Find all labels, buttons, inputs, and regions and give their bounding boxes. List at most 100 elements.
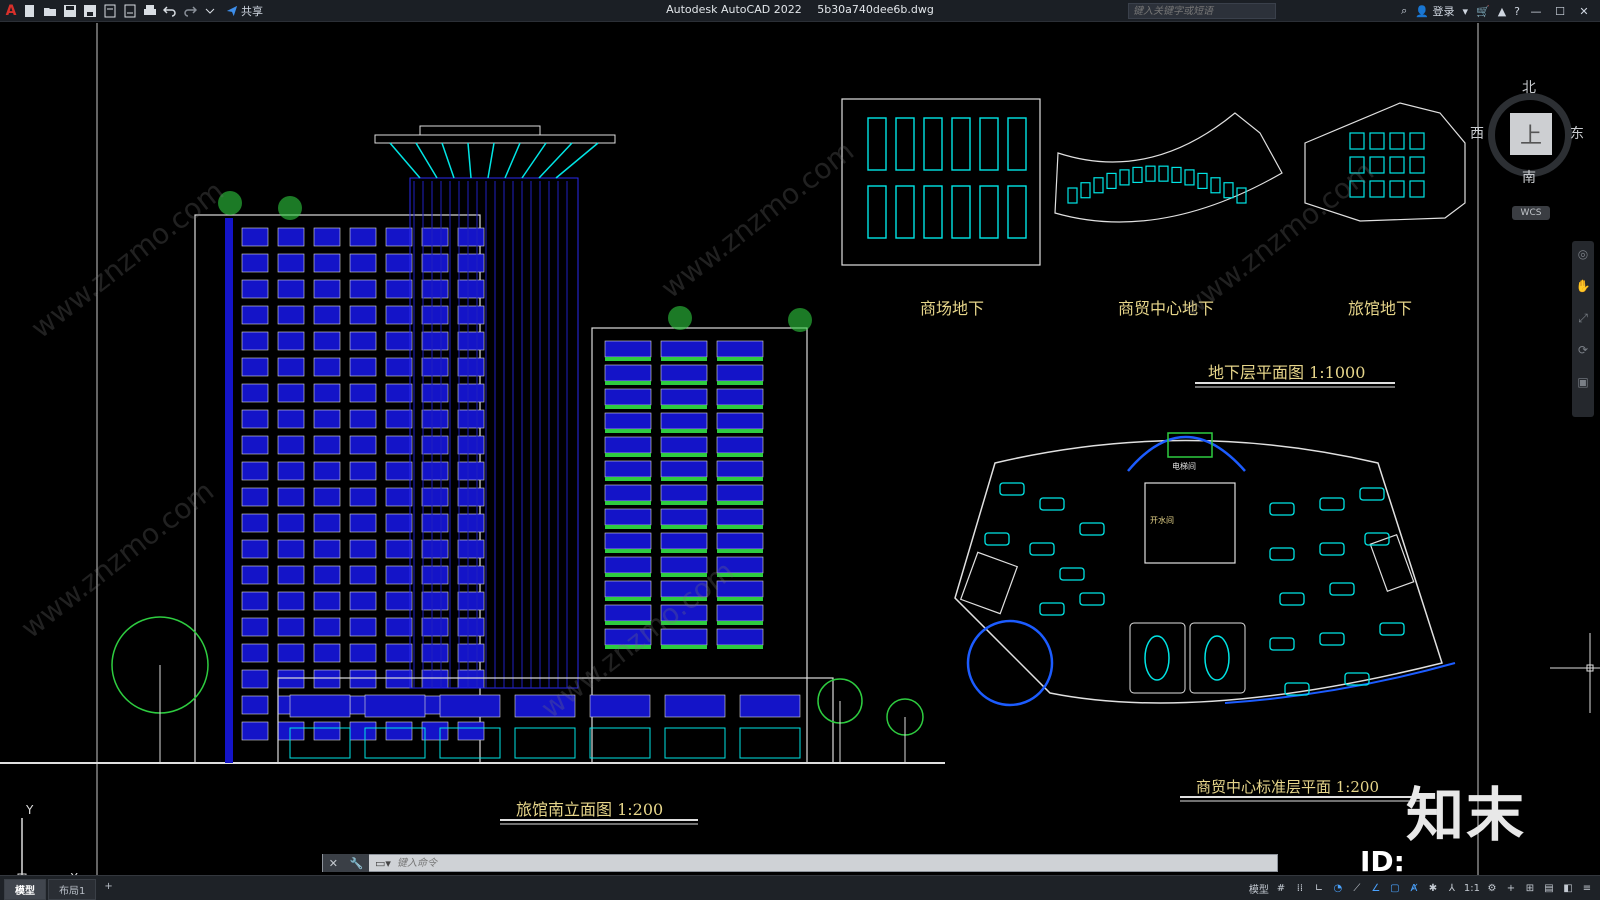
tower-window [457, 721, 485, 741]
drawing-canvas[interactable]: 旅馆南立面图 1:200 商场地下 商贸中心地下 旅馆地下 地下层平面图 1:1… [0, 23, 1600, 883]
orbit-icon[interactable]: ⟳ [1572, 343, 1594, 369]
office-desk [1039, 602, 1065, 616]
crosshair-cursor [1550, 633, 1600, 713]
model-space-button[interactable]: 模型 [1249, 879, 1269, 897]
tower-window [349, 591, 377, 611]
annotation-scale-value[interactable]: 1:1 [1464, 879, 1480, 897]
search-icon[interactable]: ⌕ [1401, 4, 1407, 18]
cart-icon[interactable]: 🛒 [1476, 5, 1490, 18]
save-icon[interactable] [62, 3, 78, 19]
balcony-rail [717, 645, 763, 649]
open-folder-icon[interactable] [42, 3, 58, 19]
tower-window [421, 565, 449, 585]
balcony-rail [661, 453, 707, 457]
tower-window [421, 669, 449, 689]
balcony-rail [717, 405, 763, 409]
search-input[interactable] [1128, 3, 1276, 19]
customize-dropdown-icon[interactable] [202, 3, 218, 19]
help-icon[interactable]: ? [1514, 5, 1520, 18]
compass-south[interactable]: 南 [1522, 167, 1536, 187]
svg-text:Y: Y [25, 803, 34, 817]
pan-icon[interactable]: ✋ [1572, 279, 1594, 305]
add-layout-button[interactable]: + [98, 879, 118, 900]
redo-icon[interactable] [182, 3, 198, 19]
command-line-controls: ✕ 🔧 [323, 854, 369, 872]
undo-icon[interactable] [162, 3, 178, 19]
viewcube-top-face[interactable]: 上 [1510, 113, 1552, 155]
tower-window [349, 409, 377, 429]
podium-window [364, 694, 426, 718]
brand-logo: 知末 [1406, 781, 1527, 849]
office-desk [1059, 567, 1085, 581]
balcony-rail [661, 621, 707, 625]
new-file-icon[interactable] [22, 3, 38, 19]
plot-icon[interactable] [142, 3, 158, 19]
right-building-window [604, 532, 652, 550]
open-web-icon[interactable] [102, 3, 118, 19]
maximize-button[interactable]: ☐ [1552, 5, 1568, 18]
auto-scale-icon[interactable]: ✱ [1426, 879, 1440, 897]
close-button[interactable]: ✕ [1576, 5, 1592, 18]
command-input[interactable] [397, 855, 1277, 871]
object-snap-icon[interactable]: ▢ [1388, 879, 1402, 897]
snap-icon[interactable]: ⁞⁞ [1293, 879, 1307, 897]
command-prompt-icon[interactable]: ▭▾ [369, 857, 397, 870]
tab-model[interactable]: 模型 [4, 879, 46, 900]
app-menu-button[interactable]: A [4, 3, 18, 19]
right-building-window [604, 460, 652, 478]
annotation-monitor-icon[interactable]: + [1504, 879, 1518, 897]
balcony-rail [717, 357, 763, 361]
units-icon[interactable]: ⊞ [1523, 879, 1537, 897]
polar-tracking-icon[interactable]: ◔ [1331, 879, 1345, 897]
room-label-water: 开水间 [1150, 515, 1174, 525]
close-command-line-icon[interactable]: ✕ [329, 857, 338, 870]
compass-east[interactable]: 东 [1570, 123, 1584, 143]
office-desk [1359, 487, 1385, 501]
right-building-window [716, 364, 764, 382]
tab-layout1[interactable]: 布局1 [48, 879, 97, 900]
trade-center-basement-plan [1054, 112, 1283, 223]
object-snap-tracking-icon[interactable]: ∠ [1369, 879, 1383, 897]
tower-window [349, 253, 377, 273]
tower-window [349, 461, 377, 481]
isodraft-icon[interactable]: ⟋ [1350, 879, 1364, 897]
tower-window [313, 721, 341, 741]
tower-window [241, 279, 269, 299]
tower-window [277, 305, 305, 325]
parking-row [923, 185, 943, 239]
steering-wheel-icon[interactable]: ◎ [1572, 247, 1594, 273]
minimize-button[interactable]: — [1528, 5, 1544, 18]
plan-label-mall: 商场地下 [920, 299, 984, 318]
login-dropdown-icon[interactable]: ▾ [1462, 5, 1468, 18]
isolate-objects-icon[interactable]: ◧ [1561, 879, 1575, 897]
grid-icon[interactable]: # [1274, 879, 1288, 897]
compass-north[interactable]: 北 [1522, 77, 1536, 97]
share-button[interactable]: 共享 [226, 3, 263, 19]
right-building-window [716, 508, 764, 526]
save-as-icon[interactable] [82, 3, 98, 19]
parking-space [1409, 180, 1425, 198]
annotation-visibility-icon[interactable]: Ⱥ [1407, 879, 1421, 897]
canopy-strut [504, 142, 521, 179]
cad-drawing: 旅馆南立面图 1:200 商场地下 商贸中心地下 旅馆地下 地下层平面图 1:1… [0, 23, 1600, 875]
wcs-menu-button[interactable]: WCS [1512, 206, 1550, 220]
compass-west[interactable]: 西 [1470, 123, 1484, 143]
login-button[interactable]: 👤 登录 [1415, 3, 1454, 19]
tower-window [241, 383, 269, 403]
quick-access-toolbar: A 共享 [4, 2, 263, 20]
office-desk [1329, 582, 1355, 596]
zoom-extents-icon[interactable]: ⤢ [1572, 311, 1594, 337]
viewcube[interactable]: 上 北 南 东 西 [1470, 80, 1584, 187]
workspace-gear-icon[interactable]: ⚙ [1485, 879, 1499, 897]
customize-wrench-icon[interactable]: 🔧 [350, 857, 364, 870]
tower-window [349, 617, 377, 637]
tower-window [277, 565, 305, 585]
save-web-icon[interactable] [122, 3, 138, 19]
showmotion-icon[interactable]: ▣ [1572, 375, 1594, 401]
send-icon [226, 5, 238, 17]
quick-properties-icon[interactable]: ▤ [1542, 879, 1556, 897]
autodesk-app-icon[interactable]: ▲ [1498, 5, 1506, 18]
ortho-icon[interactable]: ∟ [1312, 879, 1326, 897]
customization-menu-icon[interactable]: ≡ [1580, 879, 1594, 897]
annotation-scale-icon[interactable]: ⅄ [1445, 879, 1459, 897]
